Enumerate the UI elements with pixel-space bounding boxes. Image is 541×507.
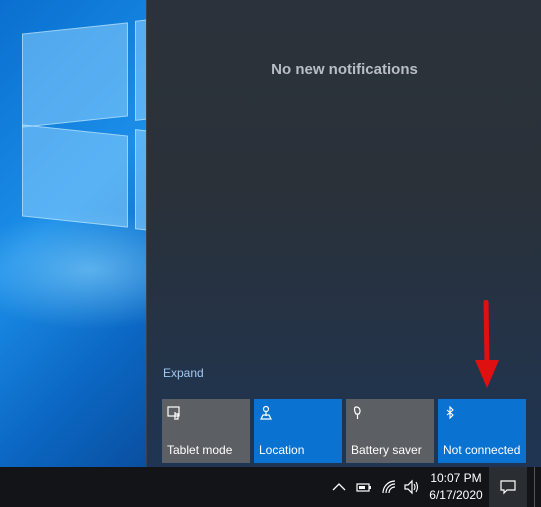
notification-icon bbox=[500, 480, 516, 495]
expand-link[interactable]: Expand bbox=[163, 366, 204, 380]
clock-date: 6/17/2020 bbox=[429, 488, 483, 502]
tile-label: Location bbox=[259, 443, 305, 457]
tile-label: Not connected bbox=[443, 443, 521, 457]
windows-logo-pane bbox=[22, 22, 128, 128]
bluetooth-tile[interactable]: Not connected bbox=[438, 399, 526, 463]
tile-label: Battery saver bbox=[351, 443, 422, 457]
windows-logo-pane bbox=[135, 129, 146, 231]
show-desktop-button[interactable] bbox=[534, 467, 537, 507]
tablet-mode-tile[interactable]: Tablet mode bbox=[162, 399, 250, 463]
location-icon bbox=[260, 405, 272, 420]
location-tile[interactable]: Location bbox=[254, 399, 342, 463]
clock-time: 10:07 PM bbox=[430, 471, 482, 485]
battery-saver-tile[interactable]: Battery saver bbox=[346, 399, 434, 463]
wifi-icon[interactable] bbox=[381, 479, 397, 495]
windows-logo-pane bbox=[22, 124, 128, 228]
taskbar: 10:07 PM 6/17/2020 bbox=[0, 467, 541, 507]
bluetooth-icon bbox=[446, 405, 454, 420]
volume-icon[interactable] bbox=[403, 479, 419, 495]
wallpaper-glow bbox=[0, 210, 146, 330]
windows-logo-pane bbox=[135, 19, 146, 121]
battery-saver-icon bbox=[353, 406, 361, 419]
tablet-mode-icon bbox=[167, 406, 180, 420]
action-center-panel: No new notifications Expand Tablet mode … bbox=[146, 0, 541, 467]
chevron-up-icon[interactable] bbox=[331, 479, 347, 495]
annotation-arrow-icon bbox=[475, 300, 499, 388]
action-center-button[interactable] bbox=[489, 467, 527, 507]
desktop-wallpaper bbox=[0, 0, 146, 467]
no-notifications-text: No new notifications bbox=[271, 61, 418, 78]
tile-label: Tablet mode bbox=[167, 443, 233, 457]
taskbar-clock[interactable]: 10:07 PM 6/17/2020 bbox=[425, 470, 487, 504]
battery-icon[interactable] bbox=[356, 479, 372, 495]
